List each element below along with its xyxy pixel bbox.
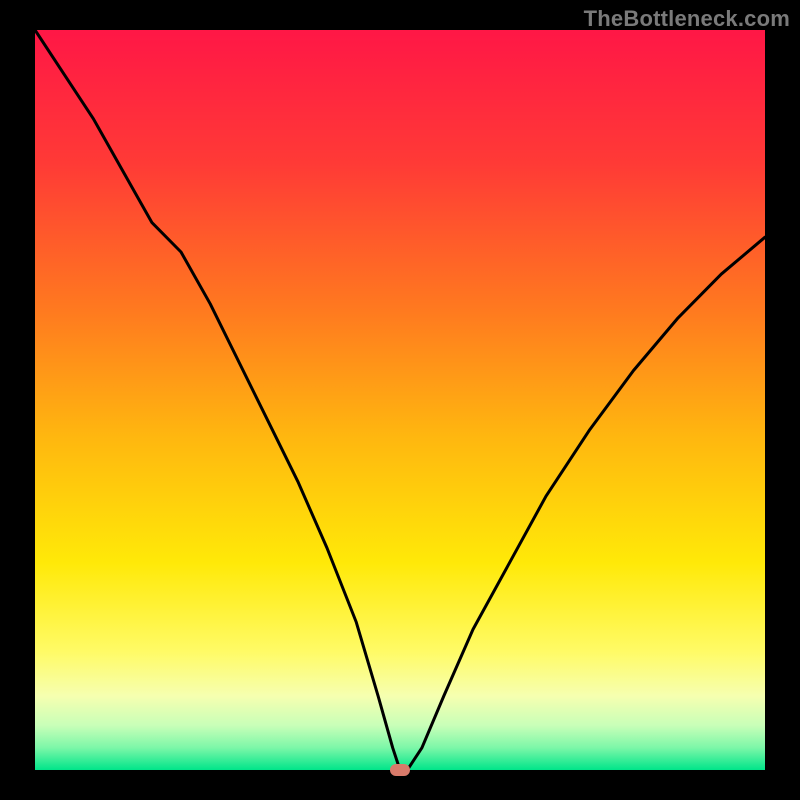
chart-stage: TheBottleneck.com <box>0 0 800 800</box>
bottleneck-chart <box>0 0 800 800</box>
optimum-marker <box>390 764 410 776</box>
plot-background <box>35 30 765 770</box>
